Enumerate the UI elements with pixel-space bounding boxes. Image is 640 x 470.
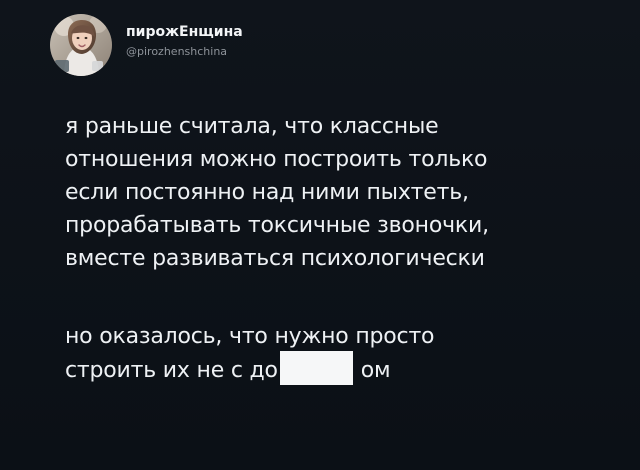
tweet-line: прорабатывать токсичные звоночки, [65, 213, 489, 238]
censor-bar [279, 351, 353, 385]
tweet-paragraph-2: но оказалось, что нужно просто строить и… [65, 320, 625, 387]
tweet-line: но оказалось, что нужно просто [65, 324, 435, 349]
user-handle[interactable]: @pirozhenshchina [126, 45, 243, 59]
tweet-card: пирожЕнщина @pirozhenshchina я раньше сч… [0, 0, 640, 470]
tweet-line-censored: строить их не с до ом [65, 351, 391, 387]
tweet-fragment-after-censor: ом [360, 357, 391, 383]
tweet-header: пирожЕнщина @pirozhenshchina [50, 14, 243, 76]
avatar[interactable] [50, 14, 112, 76]
user-meta: пирожЕнщина @pirozhenshchina [126, 23, 243, 59]
tweet-line: я раньше считала, что классные [65, 114, 439, 139]
tweet-paragraph-1: я раньше считала, что классные отношения… [65, 110, 625, 275]
display-name[interactable]: пирожЕнщина [126, 23, 243, 41]
tweet-fragment-before-censor: строить их не с до [65, 357, 278, 383]
tweet-text: я раньше считала, что классные отношения… [65, 110, 625, 387]
tweet-line: отношения можно построить только [65, 147, 488, 172]
tweet-line: если постоянно над ними пыхтеть, [65, 180, 469, 205]
tweet-line: вместе развиваться психологически [65, 246, 485, 271]
